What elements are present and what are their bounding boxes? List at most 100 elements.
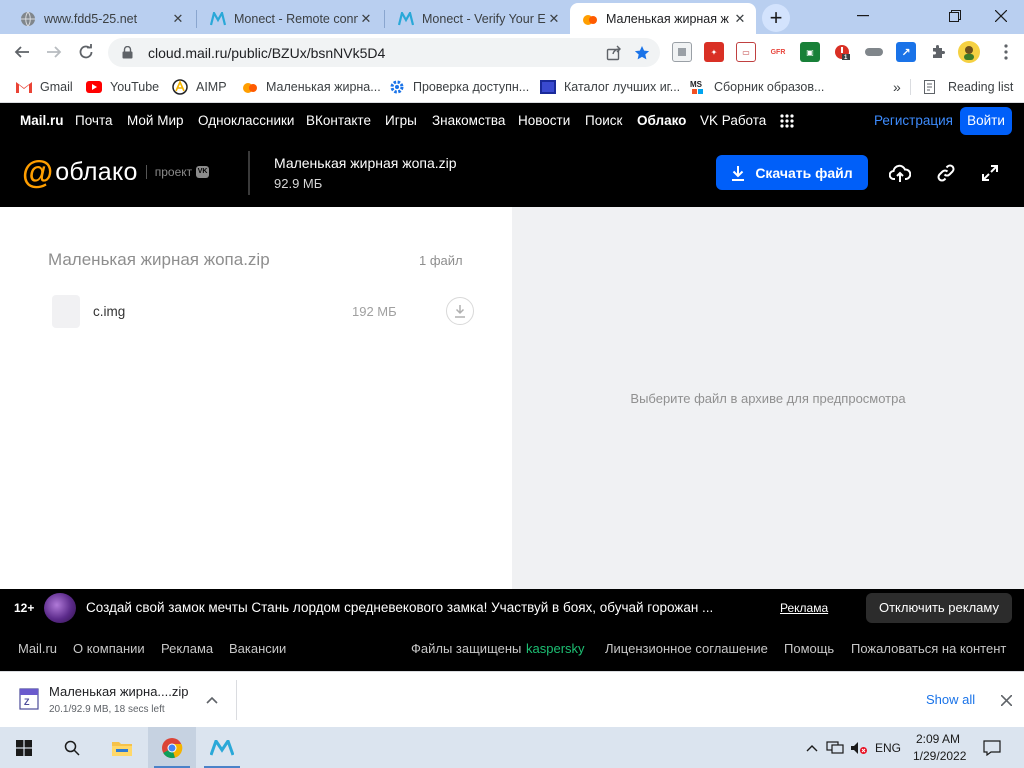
nav-poisk[interactable]: Поиск	[585, 113, 622, 128]
extension-green-icon[interactable]: ▣	[800, 42, 820, 62]
close-tab-icon[interactable]: ✕	[546, 11, 562, 27]
extension-icon[interactable]	[672, 42, 692, 62]
tab-cloud-active[interactable]: Маленькая жирная ж ✕	[570, 3, 756, 34]
close-window-icon[interactable]	[978, 0, 1024, 32]
link-icon[interactable]	[934, 161, 958, 185]
browser-toolbar: cloud.mail.ru/public/BZUx/bsnNVk5D4 ✦ ▭ …	[0, 34, 1024, 71]
url-text[interactable]: cloud.mail.ru/public/BZUx/bsnNVk5D4	[148, 45, 600, 61]
input-language[interactable]: ENG	[874, 739, 902, 757]
disable-ads-button[interactable]: Отключить рекламу	[866, 593, 1012, 623]
bookmark-check[interactable]: Проверка доступн...	[389, 77, 529, 97]
volume-muted-icon[interactable]	[850, 739, 868, 757]
reading-list-icon	[924, 79, 940, 95]
download-item-name[interactable]: Маленькая жирна....zip	[49, 684, 189, 699]
network-icon[interactable]	[826, 739, 844, 757]
ms-icon: MS	[690, 79, 706, 95]
extension-stop-icon[interactable]: 1	[832, 42, 852, 62]
bookmark-images[interactable]: MS Сборник образов...	[690, 77, 824, 97]
footer-help-link[interactable]: Помощь	[784, 641, 834, 656]
minimize-icon[interactable]	[840, 0, 886, 32]
bookmark-aimp[interactable]: AIMP	[172, 77, 227, 97]
reload-icon[interactable]	[72, 38, 100, 66]
archive-file-list: Маленькая жирная жопа.zip 1 файл c.img 1…	[0, 207, 512, 589]
footer-mailru-link[interactable]: Mail.ru	[18, 641, 57, 656]
clock-time[interactable]: 2:09 AM	[916, 732, 960, 746]
windows-start-icon[interactable]	[0, 727, 48, 768]
file-download-icon[interactable]	[446, 297, 474, 325]
nav-znakomstva[interactable]: Знакомства	[432, 113, 505, 128]
nav-pochta[interactable]: Почта	[75, 113, 113, 128]
close-tab-icon[interactable]: ✕	[358, 11, 374, 27]
extensions-puzzle-icon[interactable]	[928, 42, 948, 62]
file-explorer-icon[interactable]	[98, 727, 146, 768]
nav-odnoklassniki[interactable]: Одноклассники	[198, 113, 294, 128]
chevron-up-icon[interactable]	[204, 692, 220, 708]
file-icon	[52, 295, 80, 328]
footer-jobs-link[interactable]: Вакансии	[229, 641, 286, 656]
nav-mailru[interactable]: Mail.ru	[20, 113, 64, 128]
extension-gfr-icon[interactable]: GFR	[768, 42, 788, 62]
download-file-button[interactable]: Скачать файл	[716, 155, 868, 190]
tray-overflow-icon[interactable]	[804, 739, 820, 757]
extension-gamepad-icon[interactable]	[864, 42, 884, 62]
bookmark-gmail[interactable]: Gmail	[16, 77, 73, 97]
kaspersky-logo[interactable]: kaspersky	[526, 641, 585, 656]
footer-license-link[interactable]: Лицензионное соглашение	[605, 641, 768, 656]
footer-ads-link[interactable]: Реклама	[161, 641, 213, 656]
footer-report-link[interactable]: Пожаловаться на контент	[851, 641, 1006, 656]
new-tab-button[interactable]: +	[762, 4, 790, 32]
bookmark-catalog[interactable]: Каталог лучших иг...	[540, 77, 680, 97]
clock-date[interactable]: 1/29/2022	[913, 749, 966, 763]
profile-avatar[interactable]	[958, 41, 980, 63]
menu-kebab-icon[interactable]	[992, 38, 1020, 66]
fullscreen-icon[interactable]	[978, 161, 1002, 185]
ad-label-link[interactable]: Реклама	[780, 601, 828, 615]
logo-project-label: проект	[154, 165, 193, 179]
close-download-shelf-icon[interactable]	[996, 690, 1016, 710]
bookmark-cloud[interactable]: Маленькая жирна...	[242, 77, 381, 97]
cloud-logo[interactable]: @ облако проект VK	[22, 156, 210, 188]
ad-text[interactable]: Создай свой замок мечты Стань лордом сре…	[86, 600, 713, 615]
save-to-cloud-icon[interactable]	[888, 161, 912, 185]
footer-company-link[interactable]: О компании	[73, 641, 145, 656]
star-icon[interactable]	[628, 39, 656, 67]
show-all-downloads-button[interactable]: Show all	[926, 692, 975, 707]
extension-red-icon[interactable]: ✦	[704, 42, 724, 62]
catalog-icon	[540, 79, 556, 95]
address-bar[interactable]: cloud.mail.ru/public/BZUx/bsnNVk5D4	[108, 38, 660, 67]
lock-icon[interactable]	[120, 46, 134, 60]
tab-monect-verify[interactable]: Monect - Verify Your E ✕	[386, 3, 570, 34]
restore-icon[interactable]	[932, 0, 978, 32]
nav-moy-mir[interactable]: Мой Мир	[127, 113, 184, 128]
nav-novosti[interactable]: Новости	[518, 113, 570, 128]
windows-taskbar: ENG 2:09 AM 1/29/2022	[0, 727, 1024, 768]
close-tab-icon[interactable]: ✕	[732, 11, 748, 27]
bookmark-youtube[interactable]: YouTube	[86, 77, 159, 97]
svg-text:MS: MS	[690, 80, 703, 89]
tab-monect-remote[interactable]: Monect - Remote conn ✕	[198, 3, 382, 34]
search-icon[interactable]	[48, 727, 96, 768]
monect-taskbar-icon[interactable]	[198, 727, 246, 768]
register-link[interactable]: Регистрация	[874, 113, 953, 128]
extension-arrow-icon[interactable]: ↗	[896, 42, 916, 62]
bookmark-label: Сборник образов...	[714, 80, 825, 94]
tab-fdd5[interactable]: www.fdd5-25.net ✕	[8, 3, 194, 34]
zip-file-icon: Z	[19, 688, 39, 710]
reading-list-button[interactable]: Reading list	[924, 77, 1013, 97]
nav-vk-rabota[interactable]: VK Работа	[700, 113, 766, 128]
extension-screenshot-icon[interactable]: ▭	[736, 42, 756, 62]
nav-oblako[interactable]: Облако	[637, 113, 686, 128]
nav-igry[interactable]: Игры	[385, 113, 417, 128]
share-icon[interactable]	[600, 39, 628, 67]
list-item[interactable]: c.img 192 МБ	[48, 291, 476, 331]
file-name[interactable]: c.img	[93, 304, 125, 319]
notifications-icon[interactable]	[982, 739, 1002, 757]
login-button[interactable]: Войти	[960, 107, 1012, 135]
bookmarks-overflow-button[interactable]: »	[893, 77, 901, 97]
chrome-taskbar-icon[interactable]	[148, 727, 196, 768]
apps-grid-icon[interactable]	[780, 114, 794, 131]
nav-vkontakte[interactable]: ВКонтакте	[306, 113, 371, 128]
close-tab-icon[interactable]: ✕	[170, 11, 186, 27]
back-icon[interactable]	[8, 38, 36, 66]
forward-icon[interactable]	[40, 38, 68, 66]
